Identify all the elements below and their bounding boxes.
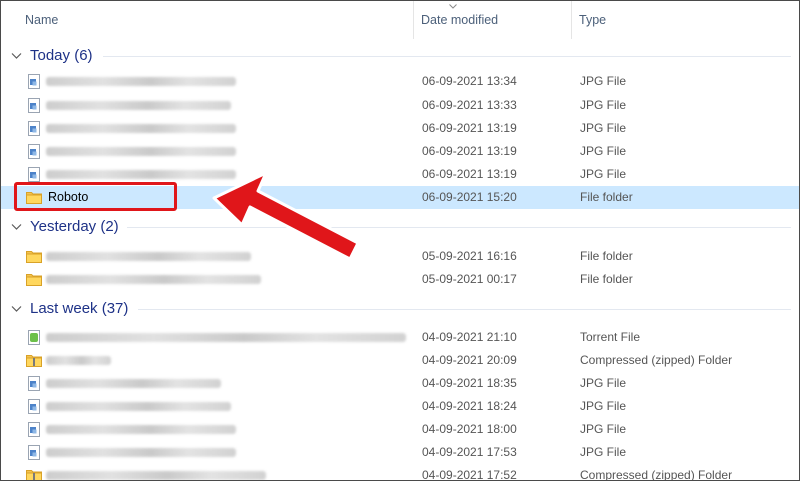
list-item[interactable]: 04-09-2021 17:53 JPG File [1,441,799,464]
file-type: File folder [580,190,633,204]
list-item[interactable]: 04-09-2021 17:52 Compressed (zipped) Fold… [1,464,799,481]
date-modified: 06-09-2021 13:33 [422,98,517,112]
zip-folder-icon [26,468,42,480]
date-modified: 04-09-2021 18:24 [422,399,517,413]
jpg-file-icon [26,376,42,391]
list-item[interactable]: 06-09-2021 13:34 JPG File [1,70,799,93]
chevron-down-icon[interactable] [11,223,22,231]
file-type: JPG File [580,399,627,413]
file-type: JPG File [580,167,627,181]
file-type: Torrent File [580,330,641,344]
file-type: File folder [580,272,633,286]
group-title: Last week (37) [30,300,129,317]
file-type: JPG File [580,376,627,390]
date-modified: 06-09-2021 13:19 [422,144,517,158]
group-title: Yesterday (2) [30,218,119,235]
file-type: JPG File [580,98,627,112]
annotation-arrow-icon [212,171,360,261]
zip-folder-icon [26,353,42,368]
file-type: JPG File [580,144,627,158]
date-modified: 04-09-2021 21:10 [422,330,517,344]
file-explorer-window: Name Date modified Type Today (6) 06-09-2… [0,0,800,481]
list-item[interactable]: 06-09-2021 13:19 JPG File [1,140,799,163]
blurred-file-name [46,333,406,342]
list-item[interactable]: 05-09-2021 16:16 File folder [1,245,799,268]
folder-icon [26,249,42,264]
file-type: JPG File [580,74,627,88]
list-item[interactable]: 04-09-2021 18:24 JPG File [1,395,799,418]
column-header-name[interactable]: Name [17,1,413,39]
group-divider-line [138,309,791,310]
date-modified: 05-09-2021 16:16 [422,249,517,263]
date-modified: 06-09-2021 13:34 [422,74,517,88]
date-modified: 04-09-2021 18:35 [422,376,517,390]
jpg-file-icon [26,144,42,159]
sort-descending-icon [449,4,457,9]
date-modified: 06-09-2021 13:19 [422,167,517,181]
torrent-file-icon [26,330,42,345]
column-header-type[interactable]: Type [571,1,799,39]
group-title: Today (6) [30,47,93,64]
blurred-file-name [46,124,236,133]
folder-icon [26,272,42,287]
list-item[interactable]: 04-09-2021 18:00 JPG File [1,418,799,441]
group-header[interactable]: Yesterday (2) [1,216,799,240]
file-type: Compressed (zipped) Folder [580,468,733,481]
blurred-file-name [46,356,111,365]
blurred-file-name [46,379,221,388]
date-modified: 04-09-2021 17:52 [422,468,517,481]
date-modified: 06-09-2021 15:20 [422,190,517,204]
list-item[interactable]: 06-09-2021 13:33 JPG File [1,94,799,117]
file-type: JPG File [580,445,627,459]
jpg-file-icon [26,422,42,437]
date-modified: 04-09-2021 17:53 [422,445,517,459]
jpg-file-icon [26,74,42,89]
list-item[interactable]: 04-09-2021 21:10 Torrent File [1,326,799,349]
blurred-file-name [46,101,231,110]
date-modified: 05-09-2021 00:17 [422,272,517,286]
column-header-bar: Name Date modified Type [1,1,799,39]
group-divider-line [103,56,791,57]
jpg-file-icon [26,399,42,414]
list-item[interactable]: 04-09-2021 20:09 Compressed (zipped) Fold… [1,349,799,372]
blurred-file-name [46,147,236,156]
group-header[interactable]: Today (6) [1,45,799,69]
date-modified: 04-09-2021 20:09 [422,353,517,367]
group-header[interactable]: Last week (37) [1,298,799,322]
annotation-highlight-box [14,182,177,211]
date-modified: 06-09-2021 13:19 [422,121,517,135]
jpg-file-icon [26,445,42,460]
date-modified: 04-09-2021 18:00 [422,422,517,436]
chevron-down-icon[interactable] [11,305,22,313]
column-header-name-label: Name [25,13,59,27]
list-item[interactable]: 04-09-2021 18:35 JPG File [1,372,799,395]
file-type: JPG File [580,121,627,135]
file-type: Compressed (zipped) Folder [580,353,733,367]
blurred-file-name [46,448,236,457]
chevron-down-icon[interactable] [11,52,22,60]
column-header-date[interactable]: Date modified [413,1,571,39]
column-header-date-label: Date modified [421,13,499,27]
file-type: File folder [580,249,633,263]
blurred-file-name [46,77,236,86]
jpg-file-icon [26,121,42,136]
list-item[interactable]: 06-09-2021 13:19 JPG File [1,117,799,140]
blurred-file-name [46,425,236,434]
column-header-type-label: Type [579,13,607,27]
blurred-file-name [46,402,231,411]
blurred-file-name [46,471,266,480]
jpg-file-icon [26,98,42,113]
file-type: JPG File [580,422,627,436]
jpg-file-icon [26,167,42,182]
list-item[interactable]: 05-09-2021 00:17 File folder [1,268,799,291]
